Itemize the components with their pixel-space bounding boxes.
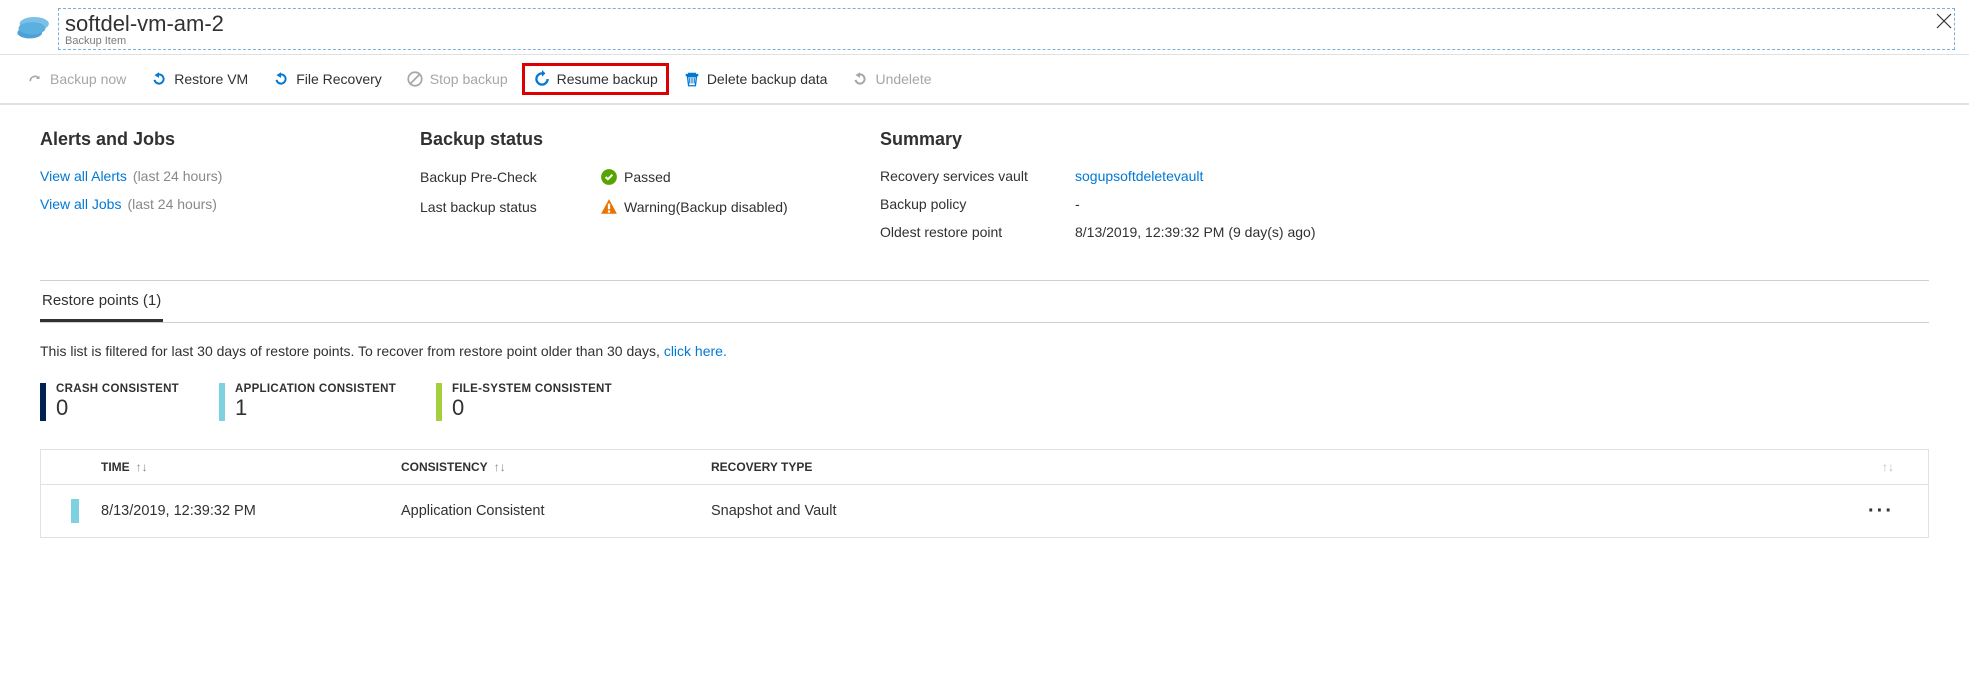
file-recovery-button[interactable]: File Recovery (262, 64, 392, 94)
app-bar (219, 383, 225, 421)
th-time[interactable]: TIME ↑↓ (101, 460, 401, 474)
backup-status-section: Backup status Backup Pre-Check Passed La… (420, 129, 800, 252)
fs-value: 0 (452, 395, 612, 421)
oldest-value: 8/13/2019, 12:39:32 PM (9 day(s) ago) (1075, 224, 1315, 240)
last-backup-value: Warning(Backup disabled) (624, 199, 788, 215)
blade-header: softdel-vm-am-2 Backup Item (0, 0, 1969, 55)
view-alerts-period: (last 24 hours) (133, 168, 222, 184)
warning-icon (600, 198, 618, 216)
alerts-heading: Alerts and Jobs (40, 129, 340, 150)
row-context-menu[interactable]: ··· (1868, 500, 1894, 523)
summary-section: Summary Recovery services vault sogupsof… (880, 129, 1929, 252)
table-row[interactable]: 8/13/2019, 12:39:32 PM Application Consi… (41, 485, 1928, 538)
last-backup-label: Last backup status (420, 199, 600, 215)
cell-time: 8/13/2019, 12:39:32 PM (101, 503, 401, 519)
undelete-button: Undelete (841, 64, 941, 94)
view-all-jobs-link[interactable]: View all Jobs (40, 196, 121, 212)
policy-label: Backup policy (880, 196, 1075, 212)
success-icon (600, 168, 618, 186)
oldest-label: Oldest restore point (880, 224, 1075, 240)
view-all-alerts-link[interactable]: View all Alerts (40, 168, 127, 184)
blade-subtitle: Backup Item (65, 35, 1948, 47)
tab-restore-points[interactable]: Restore points (1) (40, 280, 163, 322)
policy-value: - (1075, 196, 1080, 212)
command-bar: Backup now Restore VM File Recovery Stop… (0, 55, 1969, 105)
blade-title: softdel-vm-am-2 (65, 11, 1948, 37)
title-block: softdel-vm-am-2 Backup Item (58, 8, 1955, 50)
stop-icon (406, 70, 424, 88)
sort-icon: ↑↓ (1882, 460, 1894, 474)
resume-backup-button[interactable]: Resume backup (522, 63, 669, 95)
click-here-link[interactable]: click here. (664, 343, 727, 359)
stat-fs: FILE-SYSTEM CONSISTENT 0 (436, 383, 612, 421)
fs-label: FILE-SYSTEM CONSISTENT (452, 383, 612, 395)
close-button[interactable] (1925, 6, 1963, 40)
table-header: TIME ↑↓ CONSISTENCY ↑↓ RECOVERY TYPE ↑↓ (41, 450, 1928, 485)
crash-value: 0 (56, 395, 179, 421)
fs-bar (436, 383, 442, 421)
tab-bar: Restore points (1) (40, 280, 1929, 323)
stat-app: APPLICATION CONSISTENT 1 (219, 383, 396, 421)
row-marker (71, 499, 79, 523)
th-consistency[interactable]: CONSISTENCY ↑↓ (401, 460, 711, 474)
undelete-icon (851, 70, 869, 88)
stop-backup-button: Stop backup (396, 64, 518, 94)
cell-consistency: Application Consistent (401, 503, 711, 519)
resource-icon (14, 8, 50, 44)
resume-icon (533, 70, 551, 88)
consistency-stats: CRASH CONSISTENT 0 APPLICATION CONSISTEN… (40, 383, 1929, 421)
alerts-jobs-section: Alerts and Jobs View all Alerts (last 24… (40, 129, 340, 252)
restore-icon (150, 70, 168, 88)
sort-icon: ↑↓ (136, 460, 148, 474)
view-jobs-period: (last 24 hours) (127, 196, 216, 212)
delete-backup-data-button[interactable]: Delete backup data (673, 64, 838, 94)
backup-now-button: Backup now (16, 64, 136, 94)
summary-heading: Summary (880, 129, 1929, 150)
trash-icon (683, 70, 701, 88)
precheck-label: Backup Pre-Check (420, 169, 600, 185)
vault-label: Recovery services vault (880, 168, 1075, 184)
cell-recovery: Snapshot and Vault (711, 503, 1868, 519)
backup-now-icon (26, 70, 44, 88)
file-recovery-icon (272, 70, 290, 88)
filter-description: This list is filtered for last 30 days o… (40, 343, 1929, 359)
restore-points-table: TIME ↑↓ CONSISTENCY ↑↓ RECOVERY TYPE ↑↓ … (40, 449, 1929, 538)
backup-status-heading: Backup status (420, 129, 800, 150)
app-value: 1 (235, 395, 396, 421)
stat-crash: CRASH CONSISTENT 0 (40, 383, 179, 421)
th-recovery[interactable]: RECOVERY TYPE (711, 460, 1882, 474)
vault-link[interactable]: sogupsoftdeletevault (1075, 168, 1203, 184)
restore-vm-button[interactable]: Restore VM (140, 64, 258, 94)
crash-label: CRASH CONSISTENT (56, 383, 179, 395)
sort-icon: ↑↓ (494, 460, 506, 474)
crash-bar (40, 383, 46, 421)
app-label: APPLICATION CONSISTENT (235, 383, 396, 395)
precheck-value: Passed (624, 169, 671, 185)
